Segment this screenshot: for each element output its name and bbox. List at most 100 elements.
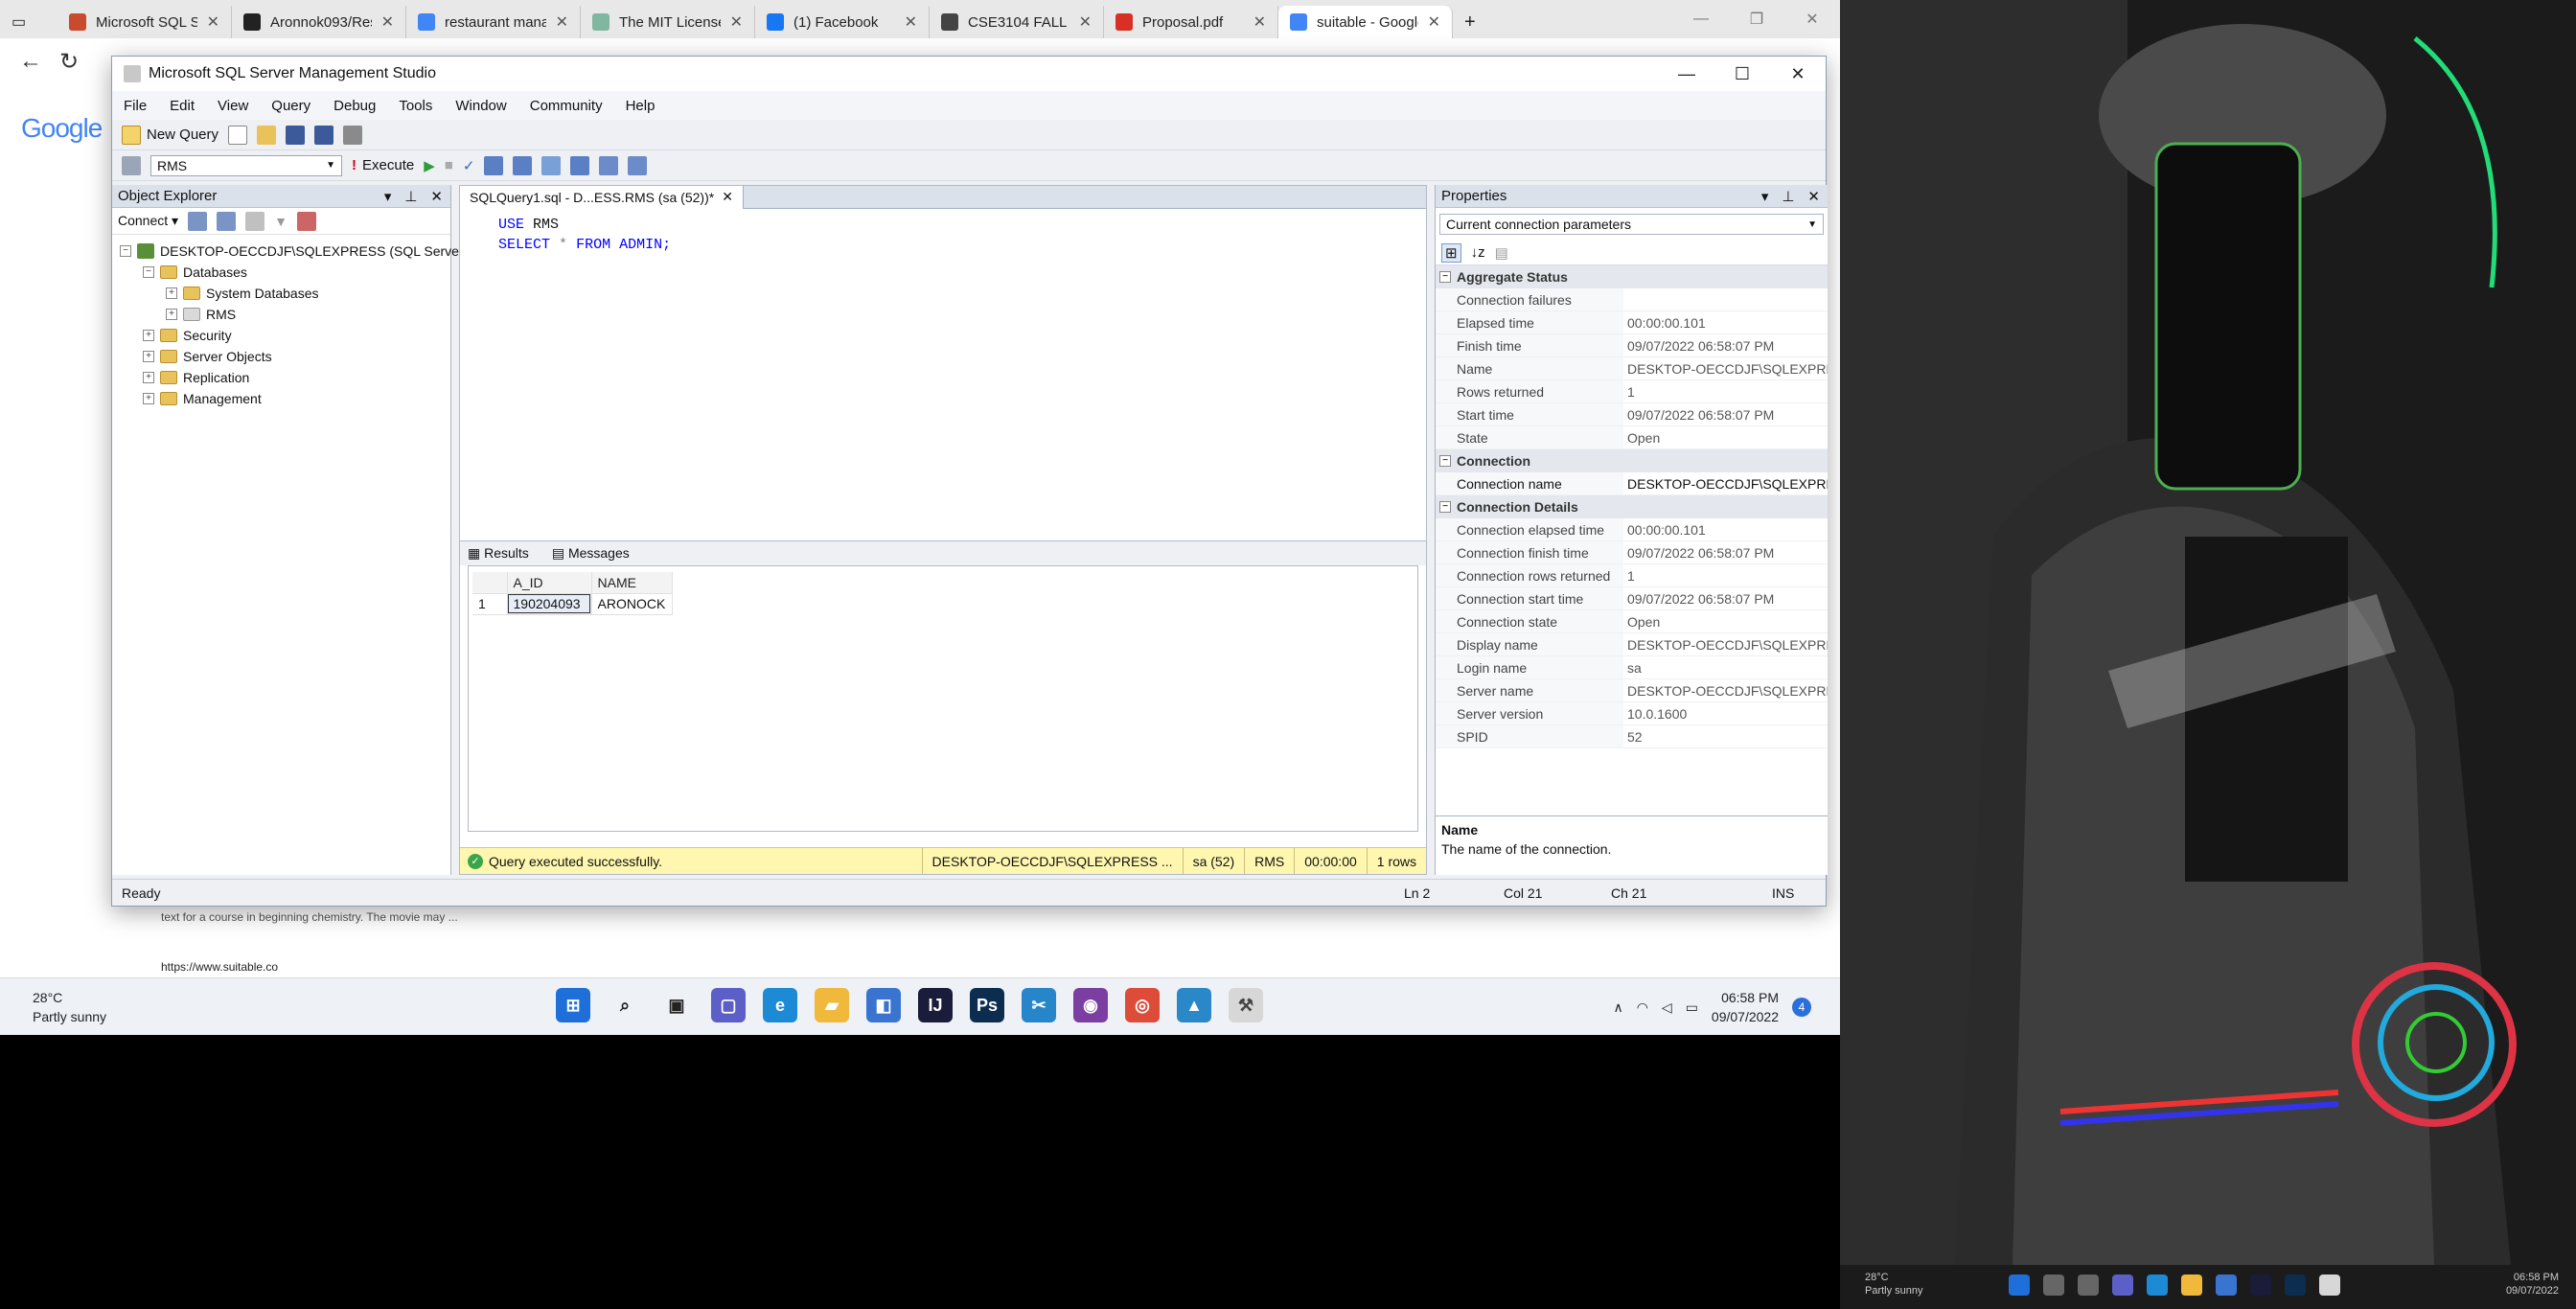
- expand-icon[interactable]: +: [143, 372, 154, 383]
- tab-results[interactable]: ▦ Results: [468, 545, 529, 562]
- property-row[interactable]: Finish time 09/07/2022 06:58:07 PM: [1436, 334, 1828, 357]
- pin-icon[interactable]: ⊥: [404, 188, 417, 205]
- property-row[interactable]: Start time 09/07/2022 06:58:07 PM: [1436, 403, 1828, 426]
- property-row[interactable]: Server nameDESKTOP-OECCDJF\SQLEXPRESS: [1436, 679, 1828, 702]
- start-icon[interactable]: ⊞: [556, 988, 590, 1022]
- menu-item-file[interactable]: File: [124, 98, 147, 114]
- menu-item-edit[interactable]: Edit: [170, 98, 195, 114]
- categorized-icon[interactable]: ⊞: [1441, 242, 1461, 263]
- properties-object-select[interactable]: Current connection parameters ▼: [1439, 214, 1824, 235]
- edge-icon[interactable]: e: [763, 988, 797, 1022]
- property-row[interactable]: Elapsed time 00:00:00.101: [1436, 311, 1828, 334]
- browser-menu-button[interactable]: ▭: [0, 6, 58, 38]
- property-row[interactable]: Server version 10.0.1600: [1436, 702, 1828, 725]
- pin-icon[interactable]: ⊥: [1782, 188, 1794, 205]
- collapse-icon[interactable]: −: [1439, 455, 1451, 467]
- tree-replication[interactable]: + Replication: [120, 367, 450, 388]
- save-icon[interactable]: [286, 125, 306, 145]
- photos-icon[interactable]: ▲: [1177, 988, 1211, 1022]
- menu-item-tools[interactable]: Tools: [399, 98, 432, 114]
- results-grid-icon[interactable]: [541, 155, 562, 175]
- chrome-icon[interactable]: ◎: [1125, 988, 1160, 1022]
- tree-server-objects[interactable]: + Server Objects: [120, 346, 450, 367]
- tab-messages[interactable]: ▤ Messages: [552, 545, 630, 562]
- notification-badge[interactable]: 4: [1792, 998, 1811, 1017]
- property-row[interactable]: Connection rows returned 1: [1436, 564, 1828, 587]
- cell-a-id[interactable]: 190204093: [507, 593, 592, 615]
- close-icon[interactable]: ✕: [1428, 12, 1440, 32]
- minimize-button[interactable]: —: [1673, 0, 1729, 38]
- search-icon[interactable]: ⌕: [608, 988, 642, 1022]
- tree-databases[interactable]: − Databases: [120, 262, 450, 283]
- clock[interactable]: 06:58 PM 09/07/2022: [1712, 988, 1779, 1026]
- expand-icon[interactable]: +: [166, 309, 177, 320]
- battery-icon[interactable]: ▭: [1686, 999, 1698, 1016]
- expand-icon[interactable]: +: [166, 287, 177, 299]
- display-plan-icon[interactable]: [484, 155, 504, 175]
- close-icon[interactable]: ✕: [381, 12, 394, 32]
- close-icon[interactable]: ✕: [722, 189, 733, 205]
- results-grid[interactable]: A_ID NAME 1 190204093 ARONOCK: [468, 565, 1418, 832]
- browser-tab[interactable]: Aronnok093/Rest ✕: [232, 6, 406, 38]
- property-row[interactable]: Connection finish time 09/07/2022 06:58:0…: [1436, 541, 1828, 564]
- connect-dropdown[interactable]: Connect ▾: [118, 213, 178, 229]
- property-row[interactable]: Connection elapsed time 00:00:00.101: [1436, 518, 1828, 541]
- dropdown-icon[interactable]: ▾: [384, 188, 392, 205]
- tree-system-databases[interactable]: + System Databases: [120, 283, 450, 304]
- property-row[interactable]: Connection nameDESKTOP-OECCDJF\SQLEXPRES…: [1436, 472, 1828, 495]
- menu-item-view[interactable]: View: [218, 98, 248, 114]
- stop-icon[interactable]: ■: [445, 157, 453, 173]
- maximize-button[interactable]: ☐: [1714, 64, 1770, 84]
- ssms-taskbar-icon[interactable]: ⚒: [1229, 988, 1263, 1022]
- category-connection[interactable]: − Connection: [1436, 449, 1828, 472]
- new-file-icon[interactable]: [228, 125, 248, 145]
- query-tab[interactable]: SQLQuery1.sql - D...ESS.RMS (sa (52))* ✕: [460, 185, 744, 209]
- collapse-icon[interactable]: −: [1439, 271, 1451, 283]
- close-icon[interactable]: ✕: [1254, 12, 1266, 32]
- teams-icon[interactable]: ▢: [711, 988, 746, 1022]
- connect-server-icon[interactable]: [188, 211, 208, 231]
- store-icon[interactable]: ◧: [866, 988, 901, 1022]
- volume-icon[interactable]: ◁: [1662, 999, 1672, 1016]
- wifi-icon[interactable]: ◠: [1637, 999, 1648, 1016]
- property-row[interactable]: Connection failures: [1436, 288, 1828, 311]
- property-row[interactable]: Connection state Open: [1436, 610, 1828, 633]
- tree-security[interactable]: + Security: [120, 325, 450, 346]
- property-row[interactable]: Login name sa: [1436, 656, 1828, 679]
- expand-icon[interactable]: +: [143, 393, 154, 404]
- column-header[interactable]: A_ID: [507, 572, 592, 594]
- chevron-up-icon[interactable]: ∧: [1613, 999, 1622, 1016]
- property-row[interactable]: SPID 52: [1436, 725, 1828, 748]
- menu-item-help[interactable]: Help: [626, 98, 656, 114]
- category-details[interactable]: − Connection Details: [1436, 495, 1828, 518]
- cell-name[interactable]: ARONOCK: [591, 593, 673, 615]
- property-row[interactable]: Connection start time 09/07/2022 06:58:07…: [1436, 587, 1828, 610]
- refresh-icon[interactable]: ↻: [59, 48, 79, 76]
- close-icon[interactable]: ✕: [430, 188, 443, 205]
- close-button[interactable]: ✕: [1770, 64, 1826, 84]
- collapse-icon[interactable]: −: [120, 245, 131, 257]
- browser-tab[interactable]: (1) Facebook ✕: [755, 6, 930, 38]
- intellij-icon[interactable]: IJ: [918, 988, 953, 1022]
- google-logo[interactable]: Google: [21, 113, 103, 144]
- menu-item-window[interactable]: Window: [455, 98, 506, 114]
- parse-icon[interactable]: ✓: [463, 157, 475, 174]
- collapse-icon[interactable]: −: [143, 266, 154, 278]
- menu-item-debug[interactable]: Debug: [334, 98, 376, 114]
- tree-management[interactable]: + Management: [120, 388, 450, 409]
- browser-tab[interactable]: suitable - Google ✕: [1278, 6, 1453, 38]
- menu-item-query[interactable]: Query: [271, 98, 310, 114]
- indent-icon[interactable]: [628, 155, 648, 175]
- file-explorer-icon[interactable]: ▰: [815, 988, 849, 1022]
- query-designer-icon[interactable]: [513, 155, 533, 175]
- tree-server[interactable]: − DESKTOP-OECCDJF\SQLEXPRESS (SQL Server: [120, 241, 464, 262]
- close-icon[interactable]: ✕: [730, 12, 743, 32]
- include-plan-icon[interactable]: [570, 155, 590, 175]
- alphabetical-icon[interactable]: ↓z: [1471, 244, 1485, 261]
- close-icon[interactable]: ✕: [905, 12, 917, 32]
- restore-button[interactable]: ❐: [1729, 0, 1784, 38]
- connect-icon[interactable]: [122, 155, 141, 175]
- dropdown-icon[interactable]: ▾: [1761, 188, 1769, 205]
- close-icon[interactable]: ✕: [207, 12, 219, 32]
- filter-icon[interactable]: ▼: [274, 214, 288, 229]
